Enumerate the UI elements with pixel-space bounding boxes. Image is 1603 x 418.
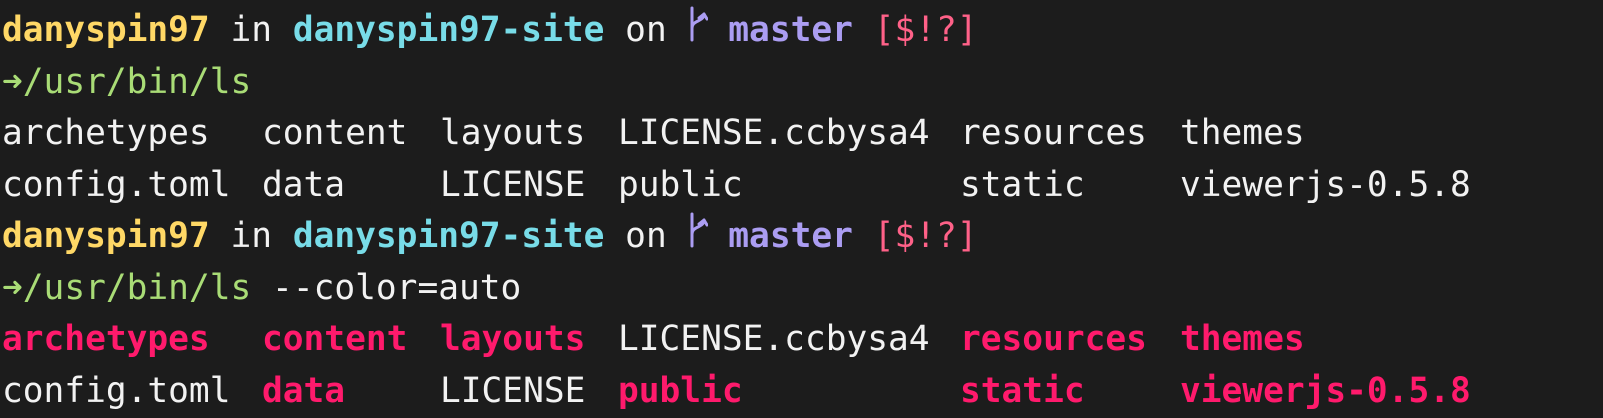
ls-entry: resources bbox=[960, 113, 1147, 153]
ls-entry: LICENSE.ccbysa4 bbox=[618, 113, 930, 153]
ls-entry: static bbox=[960, 164, 1085, 205]
command-args: --color=auto bbox=[272, 267, 522, 308]
ls-output-row: config.toml data LICENSE public static v… bbox=[2, 366, 1603, 418]
command-line: ➜/usr/bin/ls --color=auto bbox=[2, 263, 1603, 315]
prompt-git-status: [$!?] bbox=[873, 216, 978, 256]
ls-entry-directory: viewerjs-0.5.8 bbox=[1180, 370, 1471, 411]
ls-output-row: config.toml data LICENSE public static v… bbox=[2, 160, 1603, 212]
prompt-on-word: on bbox=[625, 10, 667, 50]
git-branch-icon bbox=[688, 212, 708, 264]
ls-entry-directory: archetypes bbox=[2, 319, 210, 359]
prompt-line: danyspin97 in danyspin97-site on master … bbox=[2, 211, 1603, 263]
command-program: /usr/bin/ls bbox=[22, 61, 252, 102]
ls-entry: layouts bbox=[440, 113, 586, 153]
prompt-arrow: ➜ bbox=[2, 267, 23, 308]
prompt-arrow: ➜ bbox=[2, 61, 23, 102]
prompt-directory: danyspin97-site bbox=[292, 216, 605, 256]
ls-entry: content bbox=[262, 113, 408, 153]
ls-entry: config.toml bbox=[2, 164, 231, 205]
ls-entry: data bbox=[262, 164, 346, 205]
ls-entry-directory: data bbox=[262, 370, 346, 411]
ls-entry: archetypes bbox=[2, 113, 210, 153]
ls-entry-file: LICENSE.ccbysa4 bbox=[618, 319, 930, 359]
prompt-line: danyspin97 in danyspin97-site on master … bbox=[2, 5, 1603, 57]
prompt-in-word: in bbox=[230, 10, 273, 50]
ls-entry-directory: content bbox=[262, 319, 408, 359]
git-branch-icon bbox=[688, 6, 708, 58]
command-program: /usr/bin/ls bbox=[22, 267, 252, 308]
prompt-directory: danyspin97-site bbox=[292, 10, 605, 50]
prompt-in-word: in bbox=[230, 216, 273, 256]
ls-entry-directory: static bbox=[960, 370, 1085, 411]
terminal-window[interactable]: danyspin97 in danyspin97-site on master … bbox=[0, 0, 1603, 418]
prompt-branch: master bbox=[728, 216, 853, 256]
prompt-branch: master bbox=[728, 10, 853, 50]
ls-entry-directory: themes bbox=[1180, 319, 1305, 359]
ls-output-row: archetypes content layouts LICENSE.ccbys… bbox=[2, 314, 1603, 366]
ls-entry: public bbox=[618, 164, 743, 205]
ls-entry-directory: public bbox=[618, 370, 743, 411]
command-line: ➜/usr/bin/ls bbox=[2, 57, 1603, 109]
ls-output-row: archetypes content layouts LICENSE.ccbys… bbox=[2, 108, 1603, 160]
prompt-user: danyspin97 bbox=[2, 216, 210, 256]
ls-entry: LICENSE bbox=[440, 164, 586, 205]
ls-entry: themes bbox=[1180, 113, 1305, 153]
ls-entry-directory: resources bbox=[960, 319, 1147, 359]
prompt-git-status: [$!?] bbox=[873, 10, 978, 50]
ls-entry-file: LICENSE bbox=[440, 370, 586, 411]
ls-entry-directory: layouts bbox=[440, 319, 586, 359]
ls-entry-file: config.toml bbox=[2, 370, 231, 411]
prompt-user: danyspin97 bbox=[2, 10, 210, 50]
ls-entry: viewerjs-0.5.8 bbox=[1180, 164, 1471, 205]
prompt-on-word: on bbox=[625, 216, 667, 256]
